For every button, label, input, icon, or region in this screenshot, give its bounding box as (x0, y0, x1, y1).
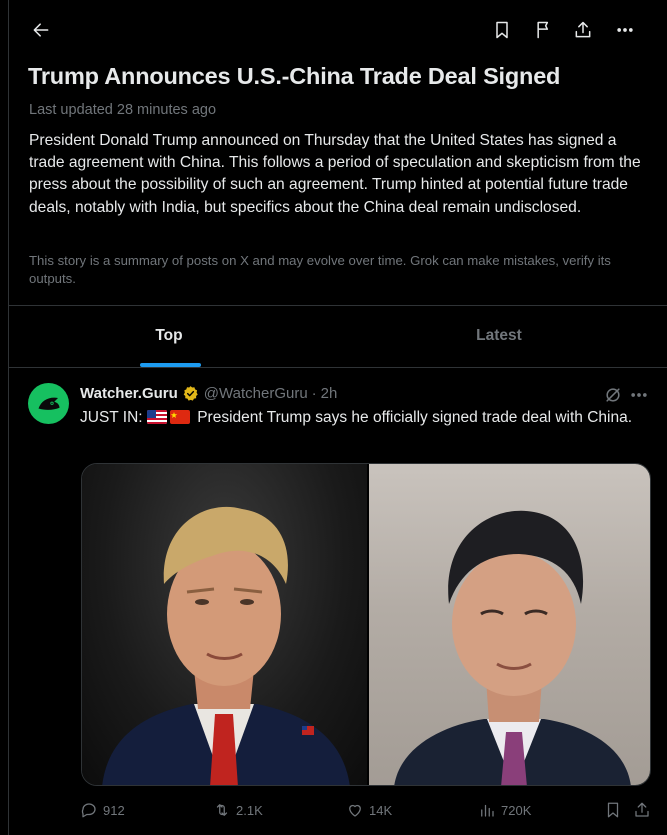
story-summary: President Donald Trump announced on Thur… (29, 132, 641, 216)
bookmark-icon[interactable] (490, 18, 514, 42)
divider (9, 367, 667, 368)
tab-latest[interactable]: Latest (339, 306, 659, 366)
share-icon[interactable] (571, 18, 595, 42)
post-actions: 912 2.1K 14K 720K (80, 796, 650, 826)
bookmark-icon (607, 802, 619, 818)
post-time[interactable]: 2h (321, 385, 338, 402)
repost-count: 2.1K (236, 802, 263, 818)
reply-button[interactable]: 912 (80, 796, 125, 824)
us-flag-icon (146, 410, 167, 424)
like-count: 14K (369, 802, 393, 818)
post-bookmark-button[interactable] (604, 796, 627, 824)
story-title: Trump Announces U.S.-China Trade Deal Si… (28, 63, 561, 89)
post-text: JUST IN: President Trump says he officia… (80, 407, 640, 429)
reply-count: 912 (103, 802, 125, 818)
back-arrow-icon[interactable] (29, 18, 53, 42)
post-more-icon[interactable] (627, 383, 651, 407)
author-name[interactable]: Watcher.Guru (80, 385, 178, 402)
heart-icon (349, 804, 361, 817)
tab-top[interactable]: Top (9, 306, 329, 366)
repost-icon (216, 804, 228, 816)
verified-badge-icon (183, 386, 198, 401)
story-page: Trump Announces U.S.-China Trade Deal Si… (8, 0, 667, 835)
last-updated: Last updated 28 minutes ago (29, 102, 217, 118)
post-text-body: President Trump says he officially signe… (197, 409, 633, 426)
views-icon (481, 804, 494, 817)
views-button[interactable]: 720K (478, 796, 531, 824)
report-flag-icon[interactable] (532, 18, 556, 42)
repost-button[interactable]: 2.1K (213, 796, 263, 824)
like-button[interactable]: 14K (346, 796, 392, 824)
separator-dot: · (311, 385, 317, 402)
post-author-line: Watcher.Guru @WatcherGuru · 2h (80, 385, 337, 402)
china-flag-icon (169, 410, 190, 424)
post-text-prefix: JUST IN: (80, 409, 143, 426)
grok-icon[interactable] (601, 383, 625, 407)
reply-icon (81, 803, 96, 818)
avatar[interactable] (28, 383, 69, 424)
author-handle[interactable]: @WatcherGuru (204, 385, 308, 402)
photo-trump[interactable] (82, 464, 367, 785)
share-icon (635, 802, 649, 817)
photo-xi[interactable] (367, 464, 650, 785)
more-icon[interactable] (613, 18, 637, 42)
view-count: 720K (501, 802, 532, 818)
post-share-button[interactable] (633, 796, 656, 824)
story-disclaimer: This story is a summary of posts on X an… (29, 253, 611, 286)
watcher-guru-logo-icon (38, 397, 59, 410)
post-media[interactable] (81, 463, 651, 786)
